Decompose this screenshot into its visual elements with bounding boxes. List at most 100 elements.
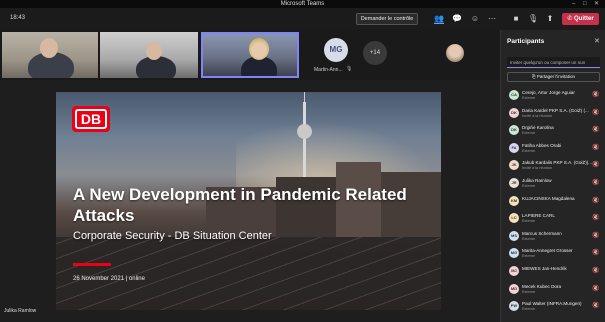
mic-muted-icon[interactable]: 🔇	[592, 232, 599, 239]
avatar: MJ	[509, 265, 519, 276]
reactions-icon[interactable]: ☺	[470, 14, 480, 24]
mic-off-icon[interactable]: 🎙	[528, 14, 538, 24]
participant-row[interactable]: DK Daria Kardel PKP S.A. (GoiŻ) (... Invit…	[501, 105, 605, 123]
avatar: DK	[509, 125, 519, 136]
meeting-toolbar: 18:43 Demander le contrôle 👥 💬 ☺ ⋯ ■ 🎙 ⬆…	[0, 8, 605, 30]
video-thumbnails-strip: MG Martin-Ann... 🎙 +14	[0, 30, 500, 80]
tv-tower-sphere	[297, 124, 312, 139]
mic-muted-icon[interactable]: 🔇	[592, 109, 599, 116]
participant-row[interactable]: MG Marita-Annegret Grosser Externe 🔇	[501, 245, 605, 263]
maximize-icon[interactable]: □	[583, 0, 587, 8]
video-tile-participant-1[interactable]	[2, 32, 98, 78]
participant-name: MIEWES Jan-Hendrik	[522, 265, 567, 271]
chat-icon[interactable]: 💬	[452, 14, 462, 24]
participant-name: Cerejo, Artur Jorge Aguiar	[522, 90, 575, 95]
slide-red-divider	[73, 263, 111, 266]
participant-row[interactable]: MS Marcus Schermann Externe 🔇	[501, 228, 605, 246]
person-head	[40, 38, 58, 58]
panel-title: Participants	[507, 38, 545, 45]
participant-row[interactable]: PW Paul Walter (INFRA.Mungen) Externe 🔇	[501, 298, 605, 316]
window-title-bar: Microsoft Teams – □ ✕	[0, 0, 605, 8]
participant-name: KUJACINSKA Magdalena	[522, 195, 575, 201]
avatar: JR	[509, 177, 519, 188]
participant-name: Jakub Kardalis PKP S.A. (GoiŻ)(...	[522, 160, 592, 166]
window-title: Microsoft Teams	[280, 1, 325, 7]
request-control-button[interactable]: Demander le contrôle	[356, 13, 418, 25]
participant-row[interactable]: CA Cerejo, Artur Jorge Aguiar Externe 🔇	[501, 87, 605, 105]
mic-muted-icon[interactable]: 🔇	[592, 302, 599, 309]
participant-name: Marita-Annegret Grosser	[522, 248, 573, 254]
participant-role: Externe	[522, 148, 536, 153]
person-head	[249, 38, 269, 60]
participant-row[interactable]: KM KUJACINSKA Magdalena 🔇	[501, 193, 605, 211]
avatar: KM	[509, 195, 519, 206]
mic-muted-icon[interactable]: 🔇	[592, 91, 599, 98]
participant-name: Fatiha Abbes Orabi	[522, 142, 562, 148]
participant-row[interactable]: MD Mecek Kubec Dora Externe 🔇	[501, 281, 605, 299]
phone-icon: ✆	[567, 16, 575, 22]
db-logo: DB	[72, 106, 110, 132]
mic-muted-icon[interactable]: 🔇	[592, 214, 599, 221]
mic-muted-icon[interactable]: 🔇	[592, 197, 599, 204]
video-tile-participant-2[interactable]	[100, 32, 198, 78]
participant-role: Externe	[522, 131, 536, 136]
share-screen-icon[interactable]: ⬆	[545, 14, 555, 24]
avatar: DK	[509, 107, 519, 118]
participants-icon[interactable]: 👥	[434, 14, 444, 24]
participant-name: Marcus Schermann	[522, 230, 562, 236]
participant-role: Externe	[522, 254, 536, 259]
participant-row[interactable]: DK Drgińė Karolina Externe 🔇	[501, 122, 605, 140]
participant-role: Externe	[522, 289, 536, 294]
participant-row[interactable]: JR Julika Ramlow Externe 🔇	[501, 175, 605, 193]
mic-muted-icon[interactable]: 🔇	[592, 267, 599, 274]
presenter-name: Julika Ramlow	[4, 308, 37, 314]
mic-muted-icon[interactable]: 🔇	[592, 179, 599, 186]
mic-muted-icon[interactable]: 🔇	[592, 126, 599, 133]
avatar: LC	[509, 213, 519, 224]
close-icon[interactable]: ✕	[594, 37, 600, 45]
participant-role: Externe	[522, 307, 536, 312]
mic-icon: 🎙	[346, 66, 353, 72]
participant-row[interactable]: MJ MIEWES Jan-Hendrik 🔇	[501, 263, 605, 281]
participant-name: LAPIERE CARL	[522, 213, 555, 219]
participant-role: Invité à la réunion	[522, 113, 552, 118]
minimize-icon[interactable]: –	[572, 0, 575, 8]
more-participants-badge[interactable]: +14	[363, 41, 387, 65]
participant-role: Externe	[522, 236, 536, 241]
more-actions-icon[interactable]: ⋯	[487, 14, 497, 24]
share-invite-button[interactable]: ⎘ Partager l'invitation	[507, 72, 600, 82]
participant-role: Externe	[522, 96, 536, 100]
person-head	[146, 42, 162, 60]
slide-date: 26 November 2021 | online	[73, 276, 145, 282]
participant-row[interactable]: LC LAPIERE CARL Externe 🔇	[501, 210, 605, 228]
leave-label: Quitter	[574, 16, 594, 22]
invite-input[interactable]: Inviter quelqu'un ou composer un nun	[507, 57, 600, 68]
leave-meeting-button[interactable]: ✆ Quitter	[562, 13, 599, 25]
avatar: CA	[509, 90, 519, 100]
participants-panel: Participants ✕ Inviter quelqu'un ou comp…	[500, 30, 605, 322]
participant-name: Mecek Kubec Dora	[522, 283, 562, 289]
avatar: FA	[509, 142, 519, 153]
avatar: MG	[324, 38, 348, 62]
video-tile-participant-blurred[interactable]	[420, 38, 490, 74]
mic-muted-icon[interactable]: 🔇	[592, 144, 599, 151]
participant-role: Externe	[522, 183, 536, 188]
camera-off-icon[interactable]: ■	[511, 14, 521, 24]
video-tile-active-speaker[interactable]	[201, 32, 299, 78]
avatar-tile-mg[interactable]: MG Martin-Ann... 🎙	[302, 32, 372, 78]
mic-muted-icon[interactable]: 🔇	[592, 249, 599, 256]
participant-role: Externe	[522, 219, 536, 224]
presentation-slide: DB A New Development in Pandemic Related…	[56, 92, 441, 310]
participant-role: Invité à la réunion	[522, 166, 552, 171]
participant-list: CA Cerejo, Artur Jorge Aguiar Externe 🔇 DK Da…	[501, 87, 605, 316]
participant-row[interactable]: FA Fatiha Abbes Orabi Externe 🔇	[501, 140, 605, 158]
participant-row[interactable]: JK Jakub Kardalis PKP S.A. (GoiŻ)(... Invi…	[501, 157, 605, 175]
share-invite-label: Partager l'invitation	[536, 74, 575, 79]
avatar	[446, 44, 464, 62]
participant-name: Daria Kardel PKP S.A. (GoiŻ) (...	[522, 107, 589, 113]
mic-muted-icon[interactable]: 🔇	[592, 285, 599, 292]
mic-muted-icon[interactable]: 🔇	[592, 161, 599, 168]
meeting-timer: 18:43	[10, 15, 26, 21]
slide-subtitle: Corporate Security - DB Situation Center	[73, 230, 272, 242]
close-window-icon[interactable]: ✕	[594, 0, 599, 8]
